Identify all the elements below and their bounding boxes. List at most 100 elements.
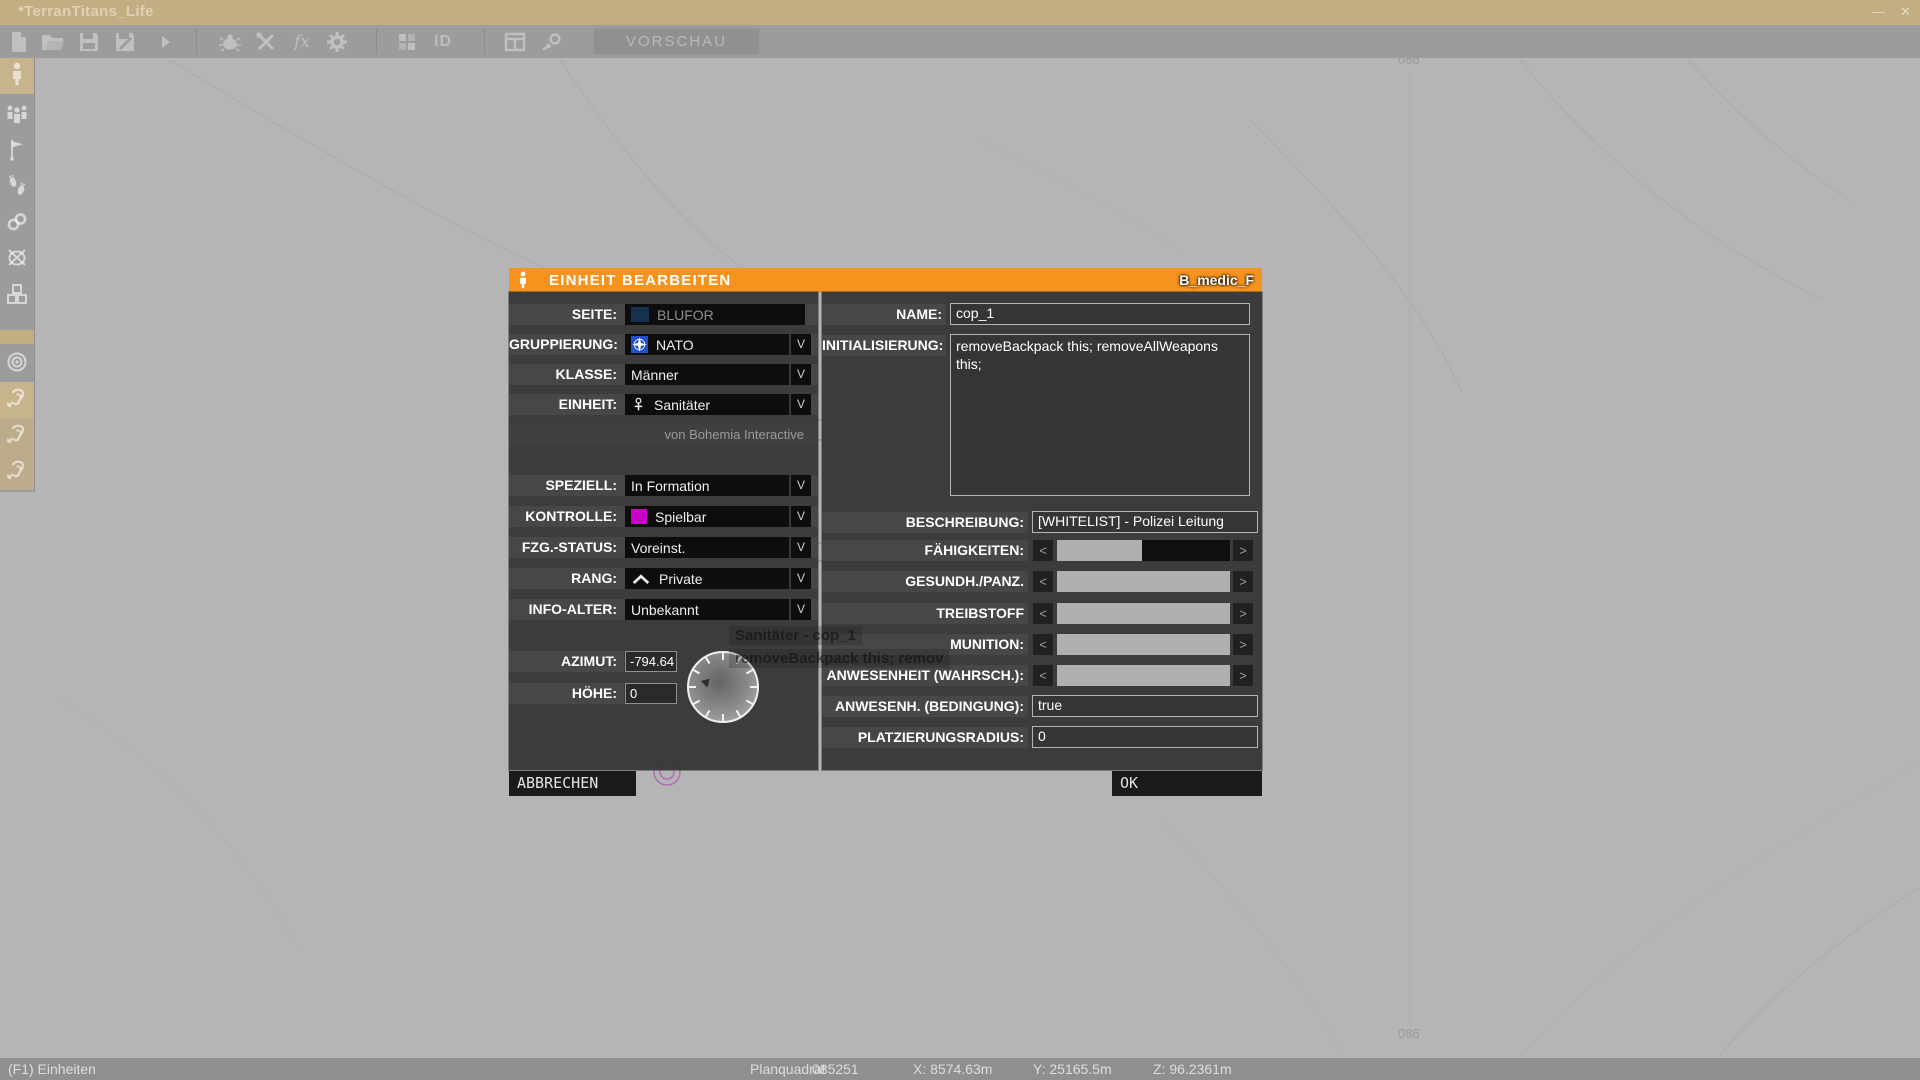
fuel-slider-fill (1057, 603, 1230, 624)
radius-label-strip: PLATZIERUNGSRADIUS: (822, 727, 1028, 748)
ammo-increase-button[interactable]: > (1233, 634, 1253, 655)
new-file-button[interactable] (4, 27, 34, 56)
health-decrease-button[interactable]: < (1033, 571, 1053, 592)
ok-button[interactable]: OK (1112, 771, 1262, 796)
wrench-icon (254, 30, 278, 54)
beschreibung-label-strip: BESCHREIBUNG: (822, 512, 1028, 533)
cubes-icon (5, 282, 29, 311)
functions-button[interactable]: fx (287, 27, 317, 56)
person-icon (9, 62, 25, 91)
info-alter-dropdown[interactable]: Unbekannt V (625, 599, 811, 620)
grid-toggle-button[interactable] (392, 27, 422, 56)
settings-button[interactable] (322, 27, 352, 56)
fzg-status-dropdown[interactable]: Voreinst. V (625, 537, 811, 558)
app-window: 086 086 *TerranTitans_Life — ✕ fx ID VOR… (0, 0, 1920, 1080)
presence-increase-button[interactable]: > (1233, 665, 1253, 686)
sidebar-item-groups[interactable] (0, 98, 34, 134)
marker-globe-icon (5, 247, 29, 274)
azimut-input[interactable]: -794.64 (625, 651, 677, 672)
new-file-icon (8, 30, 30, 54)
close-icon[interactable]: ✕ (1900, 4, 1911, 20)
cancel-button[interactable]: ABBRECHEN (509, 771, 636, 796)
preview-button[interactable]: VORSCHAU (593, 28, 760, 55)
save-as-icon (113, 30, 137, 54)
fuel-increase-button[interactable]: > (1233, 603, 1253, 624)
open-file-button[interactable] (38, 27, 68, 56)
name-input[interactable]: cop_1 (950, 303, 1250, 325)
export-button[interactable] (146, 27, 176, 56)
rank-chevron-icon (631, 572, 651, 585)
gruppierung-value: NATO (656, 336, 694, 353)
statusbar-y-coord: Y: 25165.5m (1033, 1061, 1112, 1077)
open-folder-icon (40, 31, 66, 53)
klasse-value: Männer (631, 366, 679, 383)
sidebar-item-markers[interactable] (0, 242, 34, 278)
condition-input[interactable]: true (1032, 695, 1258, 717)
toolbar-separator (376, 29, 377, 54)
skill-slider[interactable] (1057, 540, 1230, 561)
debug-button[interactable] (215, 27, 245, 56)
target-icon (5, 350, 29, 379)
toolbar-separator (196, 29, 197, 54)
field-row-rang: RANG: Private V (509, 568, 818, 589)
rang-dropdown[interactable]: Private V (625, 568, 811, 589)
skill-increase-button[interactable]: > (1233, 540, 1253, 561)
chain-link-icon (5, 211, 29, 238)
gruppierung-dropdown[interactable]: NATO V (625, 334, 811, 355)
kontrolle-dropdown[interactable]: Spielbar V (625, 506, 811, 527)
skill-slider-fill (1057, 540, 1142, 561)
sidebar-item-center[interactable] (0, 346, 34, 382)
speziell-dropdown[interactable]: In Formation V (625, 475, 811, 496)
radius-input[interactable]: 0 (1032, 726, 1258, 748)
bug-icon (218, 31, 242, 53)
einheit-dropdown[interactable]: Sanitäter V (625, 394, 811, 415)
azimuth-dial[interactable] (685, 649, 761, 725)
field-row-kontrolle: KONTROLLE: Spielbar V (509, 506, 818, 527)
skill-label: FÄHIGKEITEN: (924, 542, 1024, 558)
dialog-titlebar[interactable]: EINHEIT BEARBEITEN B_medic_F (509, 268, 1262, 292)
rang-value: Private (659, 570, 703, 587)
save-as-button[interactable] (110, 27, 140, 56)
seite-field[interactable]: BLUFOR (625, 304, 805, 325)
health-slider[interactable] (1057, 571, 1230, 592)
sidebar-item-synchronize[interactable] (0, 206, 34, 242)
hoehe-label: HÖHE: (571, 685, 617, 701)
playable-color-swatch (631, 509, 647, 524)
fuel-decrease-button[interactable]: < (1033, 603, 1053, 624)
sidebar-item-audio-3[interactable] (0, 454, 34, 490)
sidebar-item-audio-2[interactable] (0, 418, 34, 454)
presence-slider[interactable] (1057, 665, 1230, 686)
panels-button[interactable] (500, 27, 530, 56)
publish-button[interactable] (537, 27, 567, 56)
klasse-dropdown[interactable]: Männer V (625, 364, 811, 385)
kontrolle-label: KONTROLLE: (525, 508, 617, 524)
skill-decrease-button[interactable]: < (1033, 540, 1053, 561)
hoehe-input[interactable]: 0 (625, 683, 677, 704)
einheit-value: Sanitäter (654, 396, 711, 413)
panels-icon (503, 31, 527, 53)
einheit-label: EINHEIT: (558, 396, 617, 412)
init-textarea[interactable]: removeBackpack this; removeAllWeapons th… (950, 334, 1250, 496)
dialog-right-panel: NAME: cop_1 INITIALISIERUNG: removeBackp… (822, 292, 1262, 770)
tools-button[interactable] (251, 27, 281, 56)
sidebar-item-audio-1[interactable] (0, 382, 34, 418)
field-row-klasse: KLASSE: Männer V (509, 364, 818, 385)
ear-icon (5, 386, 29, 415)
ammo-slider-fill (1057, 634, 1230, 655)
presence-decrease-button[interactable]: < (1033, 665, 1053, 686)
fuel-slider[interactable] (1057, 603, 1230, 624)
minimize-icon[interactable]: — (1872, 4, 1885, 19)
ammo-decrease-button[interactable]: < (1033, 634, 1053, 655)
sidebar-item-waypoints[interactable] (0, 170, 34, 206)
sidebar-item-triggers[interactable] (0, 134, 34, 170)
ids-toggle-button[interactable]: ID (428, 27, 458, 56)
ammo-slider[interactable] (1057, 634, 1230, 655)
save-button[interactable] (74, 27, 104, 56)
field-row-hoehe: HÖHE: 0 (509, 683, 818, 704)
sidebar-item-modules[interactable] (0, 278, 34, 314)
sidebar-item-units[interactable] (0, 58, 34, 94)
unit-icon (517, 271, 529, 289)
beschreibung-input[interactable]: [WHITELIST] - Polizei Leitung (1032, 511, 1258, 533)
health-increase-button[interactable]: > (1233, 571, 1253, 592)
fzg-status-label: FZG.-STATUS: (521, 539, 617, 555)
